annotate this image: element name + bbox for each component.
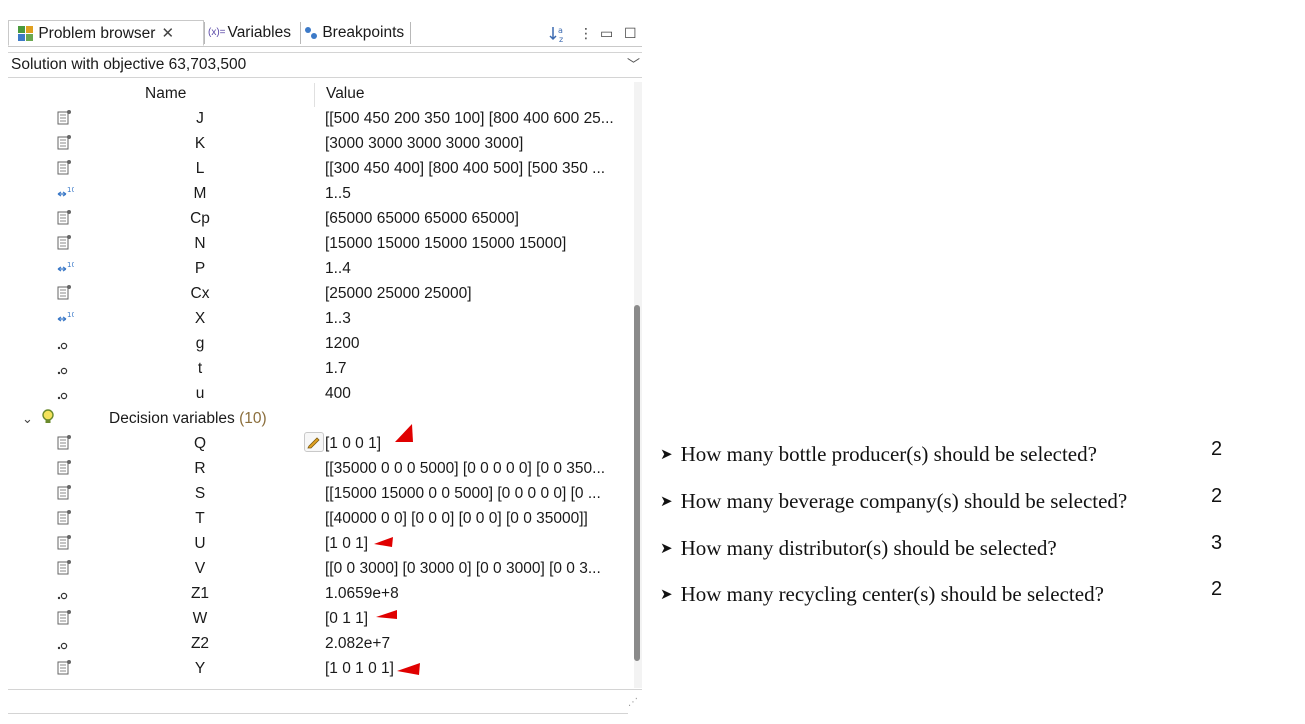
question-answer: 2: [1211, 438, 1223, 460]
bullet-arrow-icon: ➤: [660, 539, 673, 557]
question-answer: 2: [1211, 485, 1223, 507]
red-arrow-y: [397, 663, 420, 675]
question-item: ➤ How many recycling center(s) should be …: [660, 582, 1104, 607]
red-arrow-w: [376, 610, 397, 619]
question-answer: 2: [1211, 578, 1223, 600]
question-text: How many bottle producer(s) should be se…: [680, 442, 1097, 466]
question-answer: 3: [1211, 532, 1223, 554]
red-arrow-q: [395, 424, 413, 442]
bullet-arrow-icon: ➤: [660, 445, 673, 463]
bullet-arrow-icon: ➤: [660, 585, 673, 603]
bullet-arrow-icon: ➤: [660, 492, 673, 510]
question-item: ➤ How many bottle producer(s) should be s…: [660, 442, 1097, 467]
red-arrow-u: [374, 537, 393, 547]
annotation-arrows: [374, 424, 420, 675]
question-item: ➤ How many beverage company(s) should be …: [660, 489, 1127, 514]
question-text: How many recycling center(s) should be s…: [680, 582, 1104, 606]
question-text: How many beverage company(s) should be s…: [680, 489, 1128, 513]
question-text: How many distributor(s) should be select…: [680, 536, 1057, 560]
question-item: ➤ How many distributor(s) should be selec…: [660, 536, 1057, 561]
